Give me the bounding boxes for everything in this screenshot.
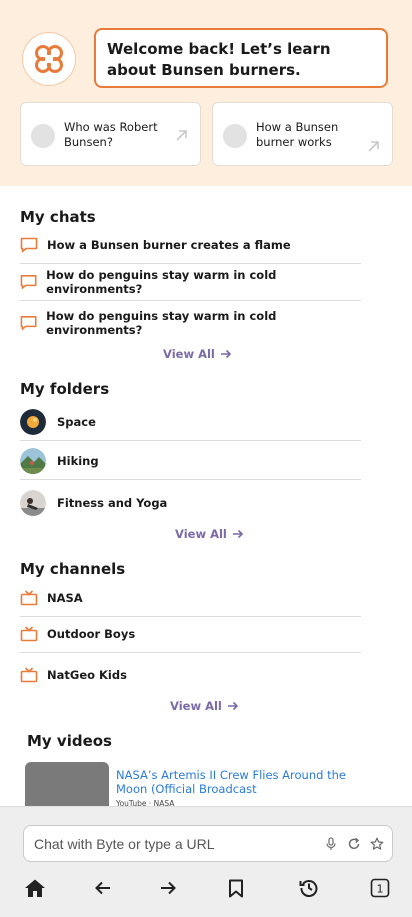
my-videos-heading: My videos: [27, 732, 112, 750]
channel-item-label: NASA: [47, 590, 83, 605]
tabs-icon[interactable]: 1: [369, 877, 391, 899]
my-channels-heading: My channels: [20, 560, 126, 578]
video-title-link[interactable]: NASA’s Artemis II Crew Flies Around the …: [116, 768, 366, 796]
history-icon[interactable]: [298, 877, 320, 899]
channel-item[interactable]: NatGeo Kids: [20, 656, 361, 694]
channel-item[interactable]: Outdoor Boys: [20, 615, 361, 653]
folder-item[interactable]: Fitness and Yoga: [20, 484, 361, 522]
star-icon[interactable]: [370, 837, 384, 851]
back-arrow-icon[interactable]: [92, 877, 114, 899]
tv-icon: [20, 667, 38, 683]
suggestion-thumbnail: [31, 124, 55, 148]
folder-space-avatar: [20, 408, 46, 435]
view-all-label: View All: [170, 699, 222, 713]
chat-bubble-icon: [20, 237, 38, 252]
welcome-message: Welcome back! Let’s learn about Bunsen b…: [94, 28, 388, 88]
chat-item-label: How a Bunsen burner creates a flame: [47, 237, 291, 252]
video-item[interactable]: NASA’s Artemis II Crew Flies Around the …: [24, 761, 384, 818]
chat-item-label: How do penguins stay warm in cold enviro…: [46, 267, 277, 296]
suggestion-label: How a Bunsen burner works: [256, 120, 339, 149]
my-chats-heading: My chats: [20, 208, 96, 226]
channels-view-all-link[interactable]: View All: [170, 699, 239, 713]
arrow-right-icon: [220, 349, 231, 359]
suggestion-bunsen-burner-works[interactable]: How a Bunsen burner works: [212, 102, 393, 166]
folder-item-label: Space: [57, 414, 96, 429]
folder-hiking-avatar: [20, 447, 46, 474]
folder-item-label: Fitness and Yoga: [57, 496, 168, 510]
arrow-right-icon: [232, 529, 243, 539]
chat-item-label: How do penguins stay warm in cold enviro…: [46, 309, 277, 337]
home-icon[interactable]: [24, 877, 46, 899]
chat-item[interactable]: How a Bunsen burner creates a flame: [20, 226, 361, 264]
suggestion-label: Who was Robert Bunsen?: [64, 120, 158, 149]
chat-bubble-icon: [20, 274, 37, 289]
arrow-up-right-icon: [368, 141, 379, 152]
folders-view-all-link[interactable]: View All: [175, 527, 244, 541]
byte-logo-icon: [22, 32, 76, 86]
microphone-icon[interactable]: [324, 837, 338, 851]
folder-item[interactable]: Hiking: [20, 442, 361, 480]
chats-view-all-link[interactable]: View All: [163, 347, 232, 361]
suggestion-robert-bunsen[interactable]: Who was Robert Bunsen?: [20, 102, 201, 166]
folder-item[interactable]: Space: [20, 403, 361, 441]
my-folders-heading: My folders: [20, 380, 110, 398]
url-bar[interactable]: [23, 825, 393, 862]
chat-item[interactable]: How do penguins stay warm in cold enviro…: [20, 304, 361, 342]
chat-item[interactable]: How do penguins stay warm in cold enviro…: [20, 263, 361, 301]
channel-item-label: Outdoor Boys: [47, 626, 136, 641]
view-all-label: View All: [175, 527, 227, 541]
suggestion-thumbnail: [223, 124, 247, 148]
tv-icon: [20, 625, 38, 641]
browser-bottom-bar: 1: [0, 806, 412, 917]
view-all-label: View All: [163, 347, 215, 361]
forward-arrow-icon[interactable]: [157, 877, 179, 899]
welcome-hero: Welcome back! Let’s learn about Bunsen b…: [0, 0, 412, 186]
tab-count: 1: [377, 882, 384, 895]
channel-item-label: NatGeo Kids: [47, 668, 127, 682]
folder-item-label: Hiking: [57, 453, 99, 468]
chat-bubble-icon: [20, 316, 37, 330]
arrow-up-right-icon: [176, 130, 187, 141]
folder-fitness-avatar: [20, 490, 46, 516]
url-input[interactable]: [34, 834, 304, 854]
arrow-right-icon: [227, 701, 238, 711]
channel-item[interactable]: NASA: [20, 579, 361, 617]
reload-icon[interactable]: [347, 837, 361, 851]
tv-icon: [20, 589, 38, 605]
bookmark-icon[interactable]: [225, 877, 247, 899]
